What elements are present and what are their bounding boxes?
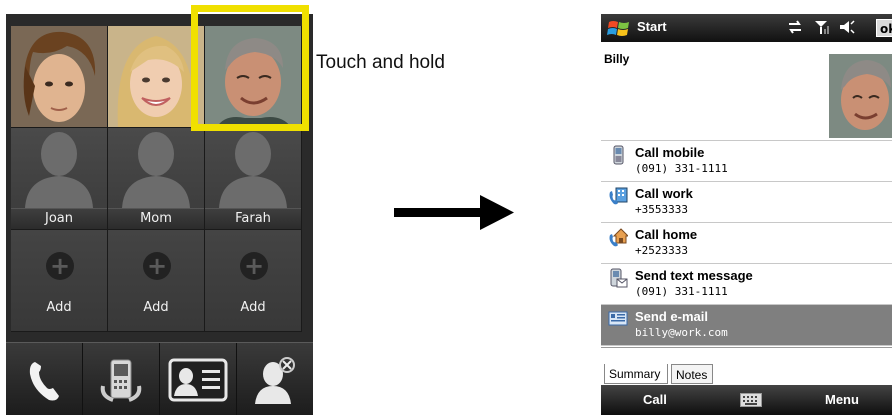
menu-softkey[interactable]: Menu	[825, 392, 859, 407]
favorite-contact-farah[interactable]: Farah	[205, 128, 302, 230]
call-history-icon	[100, 359, 142, 402]
action-title: Send e-mail	[635, 309, 708, 324]
contact-action-list: Call mobile (091) 331-1111 Call work +35…	[601, 141, 892, 346]
action-title: Call mobile	[635, 145, 705, 160]
ok-button[interactable]: ok	[876, 19, 892, 37]
touch-hold-highlight	[191, 5, 309, 131]
remove-contact-button[interactable]	[237, 343, 313, 415]
person-silhouette-icon	[219, 132, 287, 208]
contact-header: Billy	[601, 42, 892, 141]
windows-start-icon[interactable]	[607, 18, 631, 38]
action-detail: +3553333	[635, 203, 688, 216]
home-phone-icon	[609, 228, 628, 247]
plus-icon: +	[143, 252, 171, 280]
action-call-work[interactable]: Call work +3553333	[601, 182, 892, 223]
call-history-button[interactable]	[83, 343, 160, 415]
status-icons	[787, 19, 855, 35]
tab-notes[interactable]: Notes	[671, 364, 713, 384]
favorite-contact-label: Joan	[11, 208, 107, 229]
person-silhouette-icon	[122, 132, 190, 208]
action-detail: (091) 331-1111	[635, 162, 728, 175]
contact-details-screen: Start ok Billy	[601, 14, 892, 415]
volume-icon[interactable]	[839, 19, 855, 35]
action-detail: (091) 331-1111	[635, 285, 728, 298]
text-message-icon	[610, 268, 628, 288]
favorite-photo-young-man[interactable]	[11, 26, 108, 128]
add-label: Add	[143, 300, 169, 315]
phone-button[interactable]	[6, 343, 83, 415]
action-detail: +2523333	[635, 244, 688, 257]
action-title: Call home	[635, 227, 698, 242]
signal-icon[interactable]	[813, 19, 829, 35]
tab-summary[interactable]: Summary	[604, 364, 668, 384]
contact-photo	[829, 54, 892, 138]
title-start[interactable]: Start	[637, 19, 667, 34]
keyboard-icon[interactable]	[740, 393, 762, 407]
plus-icon: +	[240, 252, 268, 280]
phone-icon	[29, 361, 59, 400]
favorite-contact-label: Mom	[108, 208, 204, 229]
add-favorite-button[interactable]: + Add	[11, 230, 108, 332]
add-favorite-button[interactable]: + Add	[205, 230, 302, 332]
contact-card-button[interactable]	[160, 343, 237, 415]
mobile-phone-icon	[613, 145, 624, 165]
favorite-contact-mom[interactable]: Mom	[108, 128, 205, 230]
contact-card-icon	[168, 358, 228, 401]
instruction-label: Touch and hold	[316, 52, 445, 73]
action-title: Call work	[635, 186, 693, 201]
softkey-bar: Call Menu	[601, 385, 892, 415]
favorite-contact-joan[interactable]: Joan	[11, 128, 108, 230]
action-detail: billy@work.com	[635, 326, 728, 339]
action-title: Send text message	[635, 268, 753, 283]
title-bar: Start ok	[601, 14, 892, 42]
sync-icon[interactable]	[787, 19, 803, 35]
remove-contact-icon	[255, 356, 295, 404]
person-silhouette-icon	[25, 132, 93, 208]
tab-strip: Summary Notes	[601, 347, 892, 384]
action-send-text[interactable]: Send text message (091) 331-1111	[601, 264, 892, 305]
plus-icon: +	[46, 252, 74, 280]
tutorial-figure: Joan Mom Farah + Add + Add + Add Touch a…	[0, 0, 892, 415]
call-softkey[interactable]: Call	[643, 392, 667, 407]
action-call-mobile[interactable]: Call mobile (091) 331-1111	[601, 141, 892, 182]
action-call-home[interactable]: Call home +2523333	[601, 223, 892, 264]
bottom-toolbar	[6, 342, 313, 415]
favorite-contact-label: Farah	[205, 208, 301, 229]
add-favorite-button[interactable]: + Add	[108, 230, 205, 332]
contact-name: Billy	[604, 52, 630, 66]
action-send-email[interactable]: Send e-mail billy@work.com	[601, 305, 892, 346]
add-label: Add	[46, 300, 72, 315]
work-phone-icon	[609, 187, 628, 205]
right-arrow-icon	[394, 195, 514, 230]
email-icon	[608, 311, 628, 326]
add-label: Add	[240, 300, 266, 315]
